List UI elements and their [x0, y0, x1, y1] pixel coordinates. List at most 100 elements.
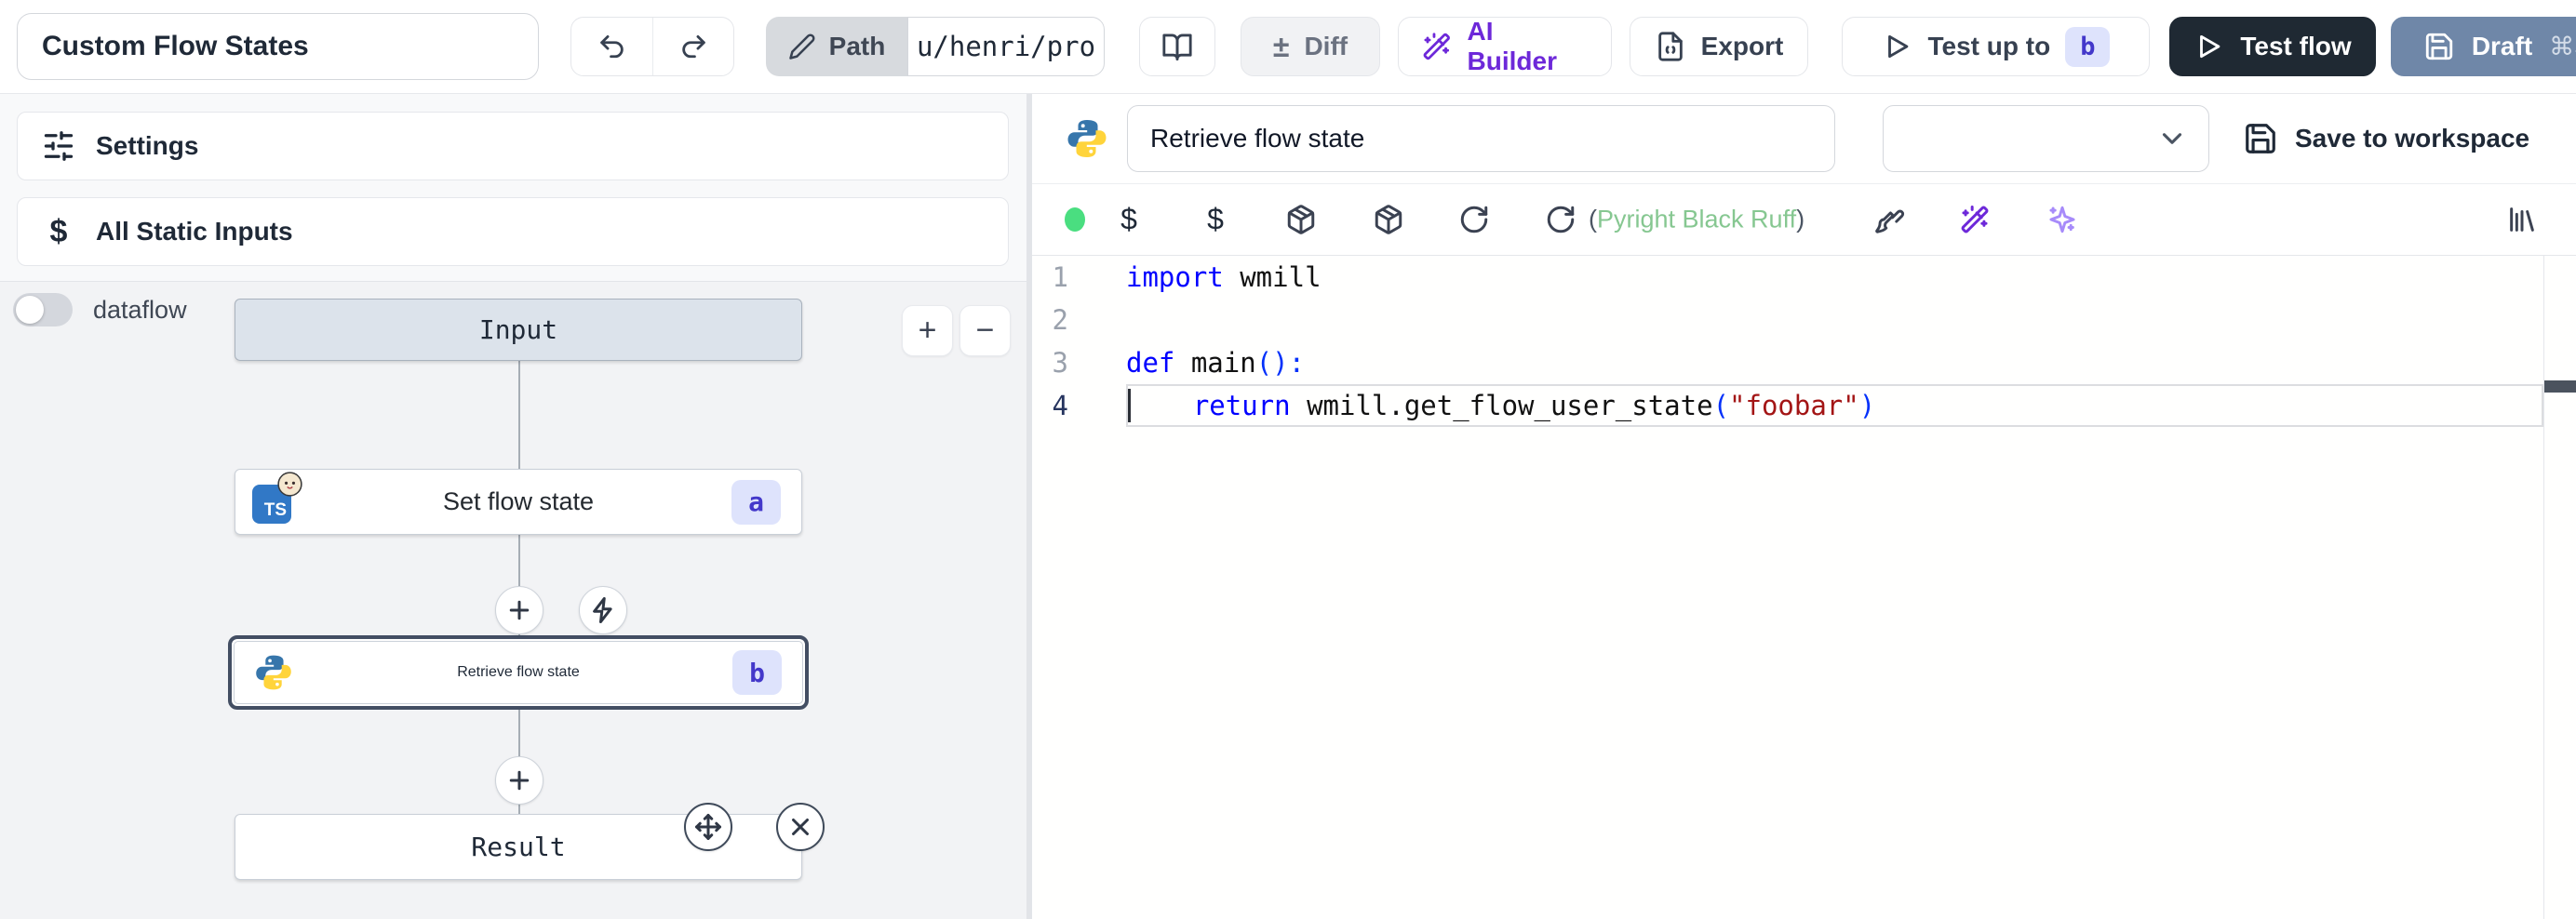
plus-icon — [505, 596, 533, 624]
diff-button[interactable]: ± Diff — [1241, 17, 1380, 76]
step-node-b[interactable]: Retrieve flow state b — [234, 641, 803, 704]
format-button[interactable] — [1873, 204, 1905, 235]
ai-sparkles-button[interactable] — [2046, 204, 2078, 235]
docs-button[interactable] — [1139, 17, 1215, 76]
line-number: 2 — [1032, 299, 1126, 341]
test-flow-label: Test flow — [2240, 32, 2351, 61]
zoom-out-button[interactable]: − — [959, 305, 1011, 356]
ai-builder-button[interactable]: AI Builder — [1398, 17, 1612, 76]
save-to-workspace-button[interactable]: Save to workspace — [2243, 105, 2529, 172]
draft-shortcut: ⌘S — [2549, 33, 2576, 61]
wand-sparkles-icon — [1959, 204, 1991, 235]
dollar-icon: $ — [1207, 203, 1224, 237]
path-label: Path — [829, 32, 886, 61]
version-dropdown[interactable] — [1883, 105, 2209, 172]
flow-graph-canvas[interactable]: dataflow + − Input TS Set flow state a — [0, 282, 1026, 919]
code-assistants-status: (Pyright Black Ruff) — [1589, 206, 1805, 234]
step-header: Save to workspace — [1032, 94, 2576, 184]
bun-logo — [277, 472, 302, 497]
zap-icon — [589, 596, 617, 624]
save-to-workspace-label: Save to workspace — [2295, 124, 2529, 153]
rotate-cw-icon — [1545, 204, 1576, 235]
test-up-to-step-badge: b — [2065, 27, 2110, 67]
test-flow-button[interactable]: Test flow — [2169, 17, 2376, 76]
redo-button[interactable] — [652, 18, 733, 75]
flow-name-input[interactable] — [17, 13, 539, 80]
package-lock-button[interactable] — [1373, 204, 1404, 235]
status-dot — [1065, 207, 1085, 232]
code-line[interactable] — [1126, 299, 2543, 341]
path-value[interactable]: u/henri/pro — [907, 17, 1105, 76]
plus-icon — [505, 766, 533, 794]
resources-button[interactable]: $ — [1207, 203, 1224, 237]
bun-typescript-icon: TS — [252, 481, 295, 524]
variables-button[interactable]: $ — [1120, 203, 1137, 237]
overview-ruler-divider — [2543, 256, 2544, 919]
overview-ruler-cursor-marker — [2544, 380, 2576, 393]
move-step-handle[interactable] — [684, 803, 732, 851]
test-up-to-label: Test up to — [1928, 32, 2051, 61]
undo-redo-group — [570, 17, 734, 76]
library-button[interactable] — [2506, 204, 2538, 235]
delete-step-button[interactable] — [776, 803, 825, 851]
step-label: Set flow state — [443, 487, 594, 516]
assistants-names: Pyright Black Ruff — [1597, 206, 1796, 233]
line-number: 3 — [1032, 341, 1126, 384]
chevron-down-icon — [2156, 123, 2188, 154]
python-icon — [1065, 116, 1109, 161]
export-label: Export — [1701, 32, 1784, 61]
edit-path-button[interactable]: Path — [766, 17, 907, 76]
top-toolbar: Path u/henri/pro ± Diff AI Builder Expor… — [0, 0, 2576, 94]
code-line[interactable]: import wmill — [1126, 256, 2543, 299]
test-up-to-button[interactable]: Test up to b — [1842, 17, 2150, 76]
input-node[interactable]: Input — [235, 299, 802, 361]
add-step-button[interactable] — [495, 756, 543, 805]
package-button[interactable] — [1285, 204, 1317, 235]
save-icon — [2243, 121, 2278, 156]
save-draft-button[interactable]: Draft ⌘S — [2391, 17, 2576, 76]
settings-card[interactable]: Settings — [17, 112, 1009, 180]
reload-button[interactable] — [1458, 204, 1490, 235]
flow-editor-panel: Settings $ All Static Inputs dataflow + … — [0, 94, 1026, 919]
file-export-icon — [1655, 31, 1686, 62]
code-line[interactable]: def main(): — [1126, 341, 2543, 384]
ai-builder-label: AI Builder — [1468, 17, 1589, 76]
code-editor[interactable]: 1234 import wmill def main(): return wmil… — [1032, 256, 2576, 919]
step-node-b-selected[interactable]: Retrieve flow state b — [228, 635, 809, 710]
undo-icon — [597, 31, 628, 62]
pencil-icon — [788, 33, 816, 60]
package-icon — [1285, 204, 1317, 235]
reload-assistants-button[interactable] — [1545, 204, 1576, 235]
diff-label: Diff — [1304, 32, 1348, 61]
line-number: 4 — [1032, 384, 1126, 427]
undo-button[interactable] — [571, 18, 652, 75]
editor-code[interactable]: import wmill def main(): return wmill.get… — [1126, 256, 2543, 427]
editor-toolbar: $ $ (Pyright Black Ruff) — [1032, 184, 2576, 256]
text-cursor — [1128, 389, 1131, 422]
add-trigger-button[interactable] — [579, 586, 627, 634]
editor-gutter: 1234 — [1032, 256, 1126, 427]
step-name-input[interactable] — [1127, 105, 1835, 172]
export-button[interactable]: Export — [1630, 17, 1808, 76]
step-node-a[interactable]: TS Set flow state a — [235, 469, 802, 535]
ai-gen-button[interactable] — [1959, 204, 1991, 235]
sparkles-icon — [2046, 204, 2078, 235]
dollar-icon: $ — [42, 214, 75, 250]
dataflow-toggle[interactable] — [13, 293, 73, 326]
add-step-button[interactable] — [495, 586, 543, 634]
settings-label: Settings — [96, 131, 198, 161]
move-icon — [694, 813, 722, 841]
path-group: Path u/henri/pro — [766, 17, 1105, 76]
dataflow-toggle-row: dataflow — [13, 293, 187, 326]
library-icon — [2506, 204, 2538, 235]
code-line[interactable]: return wmill.get_flow_user_state("foobar… — [1126, 384, 2543, 427]
plus-minus-icon: ± — [1273, 30, 1290, 64]
python-icon — [253, 652, 294, 693]
step-id-badge: b — [732, 650, 782, 695]
all-static-inputs-card[interactable]: $ All Static Inputs — [17, 197, 1009, 266]
dataflow-label: dataflow — [93, 296, 187, 325]
redo-icon — [678, 31, 709, 62]
step-editor-panel: Save to workspace $ $ (Pyright Black Ruf… — [1032, 94, 2576, 919]
package-icon — [1373, 204, 1404, 235]
zoom-in-button[interactable]: + — [902, 305, 953, 356]
